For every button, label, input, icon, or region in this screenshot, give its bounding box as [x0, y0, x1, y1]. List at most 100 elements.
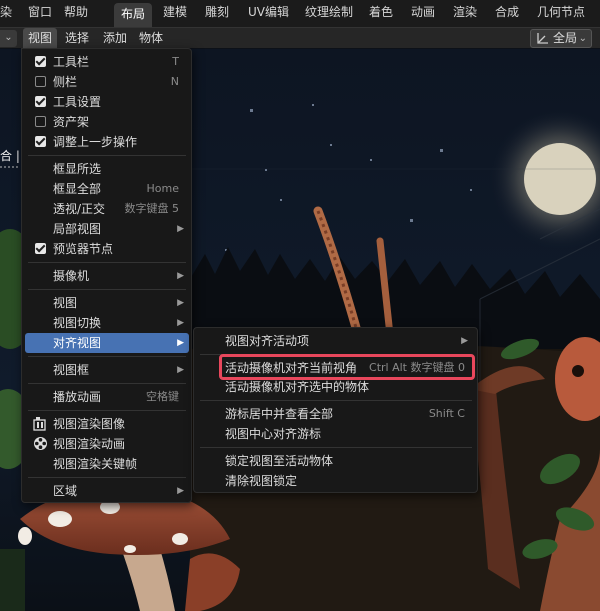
submenu-item-align-active-camera-to-selected[interactable]: 活动摄像机对齐选中的物体	[197, 377, 475, 397]
menu-item-play-animation[interactable]: 播放动画 空格键	[25, 387, 189, 407]
menu-item-shortcut: Shift C	[428, 407, 465, 420]
menu-render-partial[interactable]: 染	[0, 0, 12, 27]
menu-item-frame-all[interactable]: 框显全部 Home	[25, 179, 189, 199]
checkbox-checked-icon[interactable]	[35, 136, 46, 147]
checkbox-checked-icon[interactable]	[35, 56, 46, 67]
menu-item-label: 游标居中并查看全部	[225, 407, 334, 421]
submenu-item-align-view-to-active[interactable]: 视图对齐活动项 ▶	[197, 331, 475, 351]
menu-item-label: 透视/正交	[53, 202, 106, 216]
submenu-item-center-view-to-cursor[interactable]: 视图中心对齐游标	[197, 424, 475, 444]
tab-layout[interactable]: 布局	[114, 3, 153, 27]
menu-item-label: 视图框	[53, 363, 90, 377]
chevron-down-icon[interactable]: ⌄	[0, 30, 17, 47]
menu-item-asset-shelf[interactable]: 资产架	[25, 112, 189, 132]
submenu-arrow-icon: ▶	[177, 486, 184, 496]
menu-item-label: 区域	[53, 484, 78, 498]
orientation-axes-icon	[537, 33, 548, 44]
menu-help[interactable]: 帮助	[64, 0, 88, 27]
menu-item-shortcut: Home	[146, 182, 179, 195]
menu-item-label: 视图	[53, 296, 78, 310]
moon	[524, 143, 596, 215]
menu-item-tool-settings[interactable]: 工具设置	[25, 92, 189, 112]
tab-shading[interactable]: 着色	[369, 0, 393, 27]
menu-separator	[28, 155, 186, 156]
submenu-arrow-icon: ▶	[461, 336, 468, 346]
checkbox-unchecked-icon[interactable]	[35, 76, 46, 87]
menu-item-label: 调整上一步操作	[53, 135, 138, 149]
menu-item-label: 预览器节点	[53, 242, 114, 256]
menu-item-perspective-orthographic[interactable]: 透视/正交 数字键盘 5	[25, 199, 189, 219]
submenu-item-clear-view-lock[interactable]: 清除视图锁定	[197, 471, 475, 491]
viewport-header: ⌄ 视图 选择 添加 物体 全局 ⌄	[0, 27, 600, 49]
menu-item-frame-selected[interactable]: 框显所选	[25, 159, 189, 179]
menu-item-label: 播放动画	[53, 390, 102, 404]
menu-item-viewport-render-animation[interactable]: 视图渲染动画	[25, 434, 189, 454]
menu-item-label: 工具栏	[53, 55, 90, 69]
menu-item-adjust-last-operation[interactable]: 调整上一步操作	[25, 132, 189, 152]
transform-orientation-value: 全局	[553, 31, 578, 45]
submenu-arrow-icon: ▶	[177, 224, 184, 234]
menu-item-cameras[interactable]: 摄像机 ▶	[25, 266, 189, 286]
menu-item-label: 视图对齐活动项	[225, 334, 310, 348]
menu-item-label: 框显全部	[53, 182, 102, 196]
focus-highlight-outline	[219, 354, 475, 380]
menu-item-label: 资产架	[53, 115, 90, 129]
tab-uv-editing[interactable]: UV编辑	[248, 0, 289, 27]
menu-item-label: 视图切换	[53, 316, 102, 330]
menu-item-viewer-node[interactable]: 预览器节点	[25, 239, 189, 259]
menu-item-navigation[interactable]: 视图切换 ▶	[25, 313, 189, 333]
menu-item-viewport-render-image[interactable]: 视图渲染图像	[25, 414, 189, 434]
submenu-arrow-icon: ▶	[177, 318, 184, 328]
checkbox-checked-icon[interactable]	[35, 96, 46, 107]
tab-geometry-nodes[interactable]: 几何节点	[537, 0, 585, 27]
menu-window[interactable]: 窗口	[28, 0, 52, 27]
menu-item-label: 框显所选	[53, 162, 102, 176]
menu-item-label: 侧栏	[53, 75, 78, 89]
render-animation-icon	[34, 437, 47, 450]
menu-separator	[28, 289, 186, 290]
header-menu-add[interactable]: 添加	[103, 28, 127, 49]
menu-item-local-view[interactable]: 局部视图 ▶	[25, 219, 189, 239]
menu-item-viewport-render-keyframes[interactable]: 视图渲染关键帧	[25, 454, 189, 474]
submenu-item-lock-view-to-active[interactable]: 锁定视图至活动物体	[197, 451, 475, 471]
menu-item-area[interactable]: 区域 ▶	[25, 481, 189, 501]
submenu-arrow-icon: ▶	[177, 271, 184, 281]
menu-item-label: 工具设置	[53, 95, 102, 109]
menu-item-label: 局部视图	[53, 222, 102, 236]
menu-item-viewpoint[interactable]: 视图 ▶	[25, 293, 189, 313]
tab-modeling[interactable]: 建模	[163, 0, 187, 27]
menu-item-view-regions[interactable]: 视图框 ▶	[25, 360, 189, 380]
menu-item-sidebar[interactable]: 侧栏 N	[25, 72, 189, 92]
header-menu-view[interactable]: 视图	[23, 28, 58, 49]
tab-compositing[interactable]: 合成	[495, 0, 519, 27]
tab-rendering[interactable]: 渲染	[453, 0, 477, 27]
menu-item-shortcut: T	[172, 55, 179, 68]
menu-item-shortcut: N	[170, 75, 179, 88]
menu-item-label: 视图渲染图像	[53, 417, 126, 431]
menu-separator	[28, 410, 186, 411]
menu-item-label: 视图渲染关键帧	[53, 457, 138, 471]
menu-item-toolbar[interactable]: 工具栏 T	[25, 52, 189, 72]
view-menu-dropdown: 工具栏 T 侧栏 N 工具设置 资产架 调整上一步操作 框显所选 框显全部 Ho…	[21, 48, 192, 503]
transform-orientation-select[interactable]: 全局 ⌄	[530, 29, 592, 48]
menu-item-label: 对齐视图	[53, 336, 102, 350]
checkbox-unchecked-icon[interactable]	[35, 116, 46, 127]
checkbox-checked-icon[interactable]	[35, 243, 46, 254]
menu-item-label: 摄像机	[53, 269, 90, 283]
header-menu-object[interactable]: 物体	[139, 28, 163, 49]
menu-item-label: 活动摄像机对齐选中的物体	[225, 380, 370, 394]
menu-separator	[28, 262, 186, 263]
render-image-icon	[33, 417, 46, 431]
submenu-item-center-cursor-frame-all[interactable]: 游标居中并查看全部 Shift C	[197, 404, 475, 424]
submenu-arrow-icon: ▶	[177, 365, 184, 375]
tab-texture-paint[interactable]: 纹理绘制	[305, 0, 353, 27]
menu-item-align-view[interactable]: 对齐视图 ▶	[25, 333, 189, 353]
tab-sculpting[interactable]: 雕刻	[205, 0, 229, 27]
menu-item-shortcut: 数字键盘 5	[124, 202, 180, 215]
chevron-down-icon: ⌄	[578, 33, 587, 44]
menu-separator	[28, 477, 186, 478]
tab-animation[interactable]: 动画	[411, 0, 435, 27]
header-menu-select[interactable]: 选择	[65, 28, 89, 49]
submenu-arrow-icon: ▶	[177, 298, 184, 308]
menu-item-shortcut: 空格键	[146, 390, 179, 403]
